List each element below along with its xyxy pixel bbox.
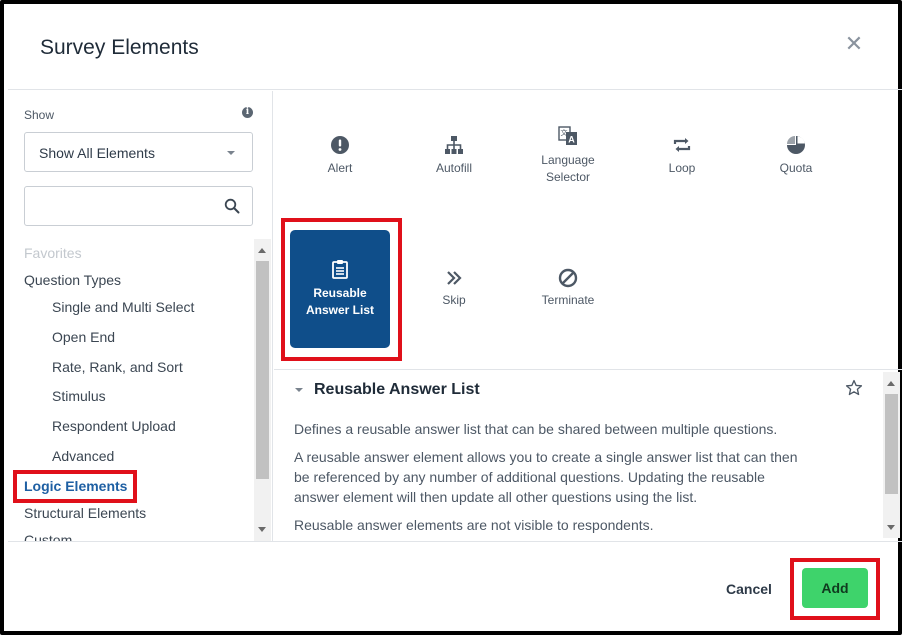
ban-icon <box>558 268 578 288</box>
element-alert[interactable]: Alert <box>290 135 390 231</box>
dialog-title: Survey Elements <box>40 36 199 59</box>
detail-body-line-1: A reusable answer element allows you to … <box>294 449 798 465</box>
element-language-selector-label-2: Selector <box>545 170 591 184</box>
translate-icon: A 文 <box>558 126 577 145</box>
tree-item-question-types[interactable]: Question Types <box>24 272 121 288</box>
detail-title: Reusable Answer List <box>314 381 480 398</box>
show-filter-select[interactable]: Show All Elements <box>24 132 253 172</box>
tree-item-custom[interactable]: Custom <box>24 532 72 541</box>
detail-note: Reusable answer elements are not visible… <box>294 517 654 533</box>
element-quota-label: Quota <box>779 161 813 175</box>
search-icon[interactable] <box>224 198 240 214</box>
dialog-footer: Cancel Add <box>8 541 902 635</box>
info-icon[interactable]: i <box>242 107 253 118</box>
show-label: Show <box>24 108 55 122</box>
scroll-up-arrow-icon[interactable] <box>258 248 266 253</box>
scroll-down-arrow-icon[interactable] <box>258 527 266 532</box>
sitemap-icon <box>445 136 463 154</box>
loop-icon <box>673 138 691 152</box>
element-language-selector[interactable]: A 文 Language Selector <box>518 126 618 222</box>
svg-text:文: 文 <box>561 128 568 137</box>
dialog-header: Survey Elements ✕ <box>8 8 902 90</box>
chevron-down-icon <box>227 151 235 155</box>
tree-item-advanced[interactable]: Advanced <box>52 448 114 464</box>
scroll-up-arrow-icon[interactable] <box>887 381 895 386</box>
left-panel: Show i Show All Elements Favorites Quest… <box>8 91 273 541</box>
tree-item-favorites[interactable]: Favorites <box>24 245 82 261</box>
pie-chart-icon <box>787 136 805 154</box>
detail-body-line-3: answer element will then update all othe… <box>294 489 698 505</box>
detail-scrollbar-thumb[interactable] <box>885 394 898 494</box>
reusable-answer-list-highlight <box>281 218 402 361</box>
double-chevron-right-icon <box>447 271 462 285</box>
element-skip-label: Skip <box>442 293 466 307</box>
element-language-selector-label-1: Language <box>541 153 595 167</box>
collapse-caret-icon[interactable] <box>295 388 303 392</box>
elements-panel: Alert Autofill A 文 Language Selector Loo… <box>274 91 902 541</box>
element-skip[interactable]: Skip <box>404 268 504 364</box>
star-icon[interactable] <box>845 379 863 397</box>
element-quota[interactable]: Quota <box>746 135 846 231</box>
svg-text:A: A <box>568 135 575 145</box>
element-terminate[interactable]: Terminate <box>518 268 618 364</box>
element-autofill[interactable]: Autofill <box>404 135 504 231</box>
cancel-button[interactable]: Cancel <box>726 581 772 597</box>
tree-item-structural-elements[interactable]: Structural Elements <box>24 505 146 521</box>
element-detail-panel: Reusable Answer List Defines a reusable … <box>274 369 902 541</box>
tree-item-open-end[interactable]: Open End <box>52 329 115 345</box>
element-alert-label: Alert <box>327 161 353 175</box>
search-box <box>24 186 253 226</box>
show-filter-value: Show All Elements <box>39 145 155 161</box>
element-terminate-label: Terminate <box>541 293 595 307</box>
tree-item-respondent-upload[interactable]: Respondent Upload <box>52 418 176 434</box>
element-autofill-label: Autofill <box>435 161 473 175</box>
tree-item-rate-rank-sort[interactable]: Rate, Rank, and Sort <box>52 359 183 375</box>
close-icon[interactable]: ✕ <box>844 33 864 55</box>
detail-body-line-2: be referenced by any number of additiona… <box>294 469 765 485</box>
search-input[interactable] <box>25 187 215 225</box>
detail-description: Defines a reusable answer list that can … <box>294 421 778 437</box>
left-scrollbar-thumb[interactable] <box>256 261 269 479</box>
add-button-highlight <box>790 558 880 620</box>
alert-icon <box>331 136 349 154</box>
detail-scrollbar[interactable] <box>883 372 900 538</box>
scroll-down-arrow-icon[interactable] <box>887 525 895 530</box>
element-loop-label: Loop <box>668 161 696 175</box>
logic-elements-highlight <box>13 470 137 503</box>
dialog: Survey Elements ✕ Show i Show All Elemen… <box>0 0 902 635</box>
left-scrollbar[interactable] <box>254 239 271 541</box>
tree-item-stimulus[interactable]: Stimulus <box>52 388 106 404</box>
element-loop[interactable]: Loop <box>632 135 732 231</box>
tree-item-single-multi-select[interactable]: Single and Multi Select <box>52 299 194 315</box>
